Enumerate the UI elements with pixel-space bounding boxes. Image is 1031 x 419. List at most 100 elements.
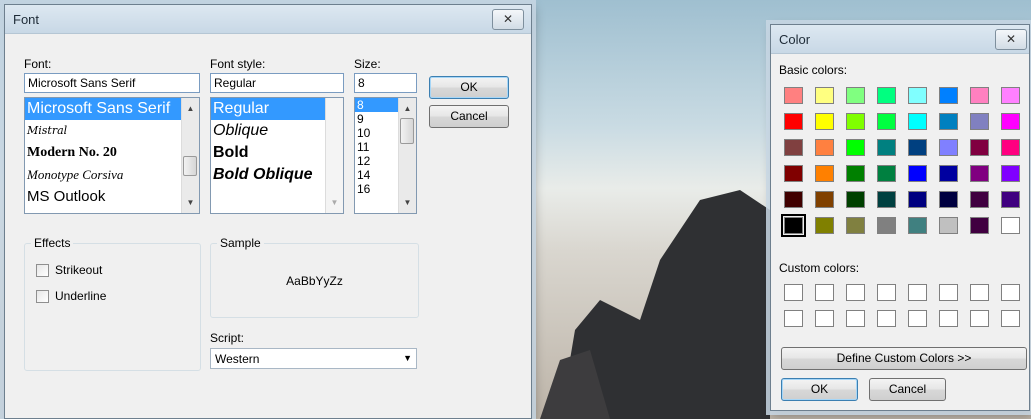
size-list-scrollbar[interactable]: ▲ ▼ [398, 98, 416, 213]
color-swatch[interactable] [1001, 191, 1020, 208]
color-swatch[interactable] [939, 139, 958, 156]
scroll-up-icon[interactable]: ▲ [399, 100, 416, 117]
size-list[interactable]: 8 9 10 11 12 14 16 ▲ ▼ [354, 97, 417, 214]
scrollbar-thumb[interactable] [183, 156, 197, 176]
font-dialog-close-button[interactable]: ✕ [492, 9, 524, 30]
color-swatch[interactable] [815, 191, 834, 208]
custom-color-swatch[interactable] [970, 284, 989, 301]
style-list-item[interactable]: Bold [211, 142, 343, 164]
font-list-item[interactable]: Mistral [25, 120, 199, 142]
underline-label[interactable]: Underline [55, 289, 106, 303]
color-swatch[interactable] [784, 165, 803, 182]
font-style-input[interactable]: Regular [210, 73, 344, 93]
color-swatch[interactable] [846, 87, 865, 104]
color-swatch[interactable] [939, 113, 958, 130]
custom-color-swatch[interactable] [908, 284, 927, 301]
custom-color-swatch[interactable] [877, 310, 896, 327]
style-list-item[interactable]: Bold Oblique [211, 164, 343, 186]
color-swatch[interactable] [908, 165, 927, 182]
style-list-scrollbar[interactable]: ▼ [325, 98, 343, 213]
font-list-item[interactable]: Monotype Corsiva [25, 164, 199, 186]
color-swatch[interactable] [939, 217, 958, 234]
color-dialog-close-button[interactable]: ✕ [995, 29, 1027, 50]
color-swatch[interactable] [1001, 165, 1020, 182]
color-swatch[interactable] [846, 165, 865, 182]
custom-color-swatch[interactable] [939, 284, 958, 301]
scroll-down-icon[interactable]: ▼ [326, 194, 343, 211]
color-swatch[interactable] [784, 87, 803, 104]
color-swatch[interactable] [908, 217, 927, 234]
font-ok-button[interactable]: OK [429, 76, 509, 99]
color-dialog-titlebar[interactable]: Color ✕ [771, 25, 1029, 54]
custom-color-swatch[interactable] [877, 284, 896, 301]
custom-color-swatch[interactable] [815, 310, 834, 327]
color-swatch[interactable] [784, 113, 803, 130]
custom-color-swatch[interactable] [815, 284, 834, 301]
font-style-list[interactable]: Regular Oblique Bold Bold Oblique ▼ [210, 97, 344, 214]
color-swatch[interactable] [1001, 139, 1020, 156]
script-select[interactable]: Western ▼ [210, 348, 417, 369]
custom-color-swatch[interactable] [908, 310, 927, 327]
custom-color-swatch[interactable] [970, 310, 989, 327]
font-list-scrollbar[interactable]: ▲ ▼ [181, 98, 199, 213]
size-input[interactable]: 8 [354, 73, 417, 93]
color-swatch[interactable] [1001, 217, 1020, 234]
scrollbar-thumb[interactable] [400, 118, 414, 144]
color-swatch[interactable] [846, 217, 865, 234]
font-list-item[interactable]: MS Outlook [25, 186, 199, 208]
strikeout-label[interactable]: Strikeout [55, 263, 102, 277]
color-swatch[interactable] [877, 113, 896, 130]
font-list-item[interactable]: Microsoft Sans Serif [25, 98, 199, 120]
color-swatch[interactable] [846, 113, 865, 130]
color-swatch[interactable] [877, 165, 896, 182]
color-swatch[interactable] [846, 139, 865, 156]
color-swatch[interactable] [908, 113, 927, 130]
color-swatch[interactable] [908, 191, 927, 208]
color-swatch[interactable] [1001, 113, 1020, 130]
color-swatch[interactable] [939, 165, 958, 182]
color-swatch[interactable] [908, 87, 927, 104]
color-cancel-button[interactable]: Cancel [869, 378, 946, 401]
color-swatch[interactable] [781, 214, 806, 237]
custom-color-swatch[interactable] [939, 310, 958, 327]
color-swatch[interactable] [815, 217, 834, 234]
color-swatch[interactable] [815, 139, 834, 156]
color-swatch[interactable] [784, 191, 803, 208]
color-swatch[interactable] [970, 113, 989, 130]
custom-color-swatch[interactable] [846, 310, 865, 327]
font-list-item[interactable]: Modern No. 20 [25, 142, 199, 164]
scroll-up-icon[interactable]: ▲ [182, 100, 199, 117]
color-ok-button[interactable]: OK [781, 378, 858, 401]
color-swatch[interactable] [970, 191, 989, 208]
custom-color-swatch[interactable] [1001, 284, 1020, 301]
custom-color-swatch[interactable] [784, 310, 803, 327]
define-custom-colors-button[interactable]: Define Custom Colors >> [781, 347, 1027, 370]
color-swatch[interactable] [815, 87, 834, 104]
scroll-down-icon[interactable]: ▼ [182, 194, 199, 211]
color-swatch[interactable] [877, 139, 896, 156]
color-swatch[interactable] [846, 191, 865, 208]
color-swatch[interactable] [877, 191, 896, 208]
color-swatch[interactable] [939, 87, 958, 104]
color-swatch[interactable] [970, 217, 989, 234]
color-swatch[interactable] [970, 139, 989, 156]
color-swatch[interactable] [939, 191, 958, 208]
color-swatch[interactable] [970, 87, 989, 104]
color-swatch[interactable] [970, 165, 989, 182]
color-swatch[interactable] [877, 87, 896, 104]
color-swatch[interactable] [784, 139, 803, 156]
color-swatch[interactable] [815, 165, 834, 182]
custom-color-swatch[interactable] [1001, 310, 1020, 327]
scroll-down-icon[interactable]: ▼ [399, 194, 416, 211]
custom-color-swatch[interactable] [846, 284, 865, 301]
font-name-input[interactable]: Microsoft Sans Serif [24, 73, 200, 93]
font-cancel-button[interactable]: Cancel [429, 105, 509, 128]
custom-color-swatch[interactable] [784, 284, 803, 301]
style-list-item[interactable]: Oblique [211, 120, 343, 142]
color-swatch[interactable] [908, 139, 927, 156]
font-dialog-titlebar[interactable]: Font ✕ [5, 5, 531, 34]
color-swatch[interactable] [877, 217, 896, 234]
underline-checkbox[interactable] [36, 290, 49, 303]
font-name-list[interactable]: Microsoft Sans Serif Mistral Modern No. … [24, 97, 200, 214]
style-list-item[interactable]: Regular [211, 98, 343, 120]
